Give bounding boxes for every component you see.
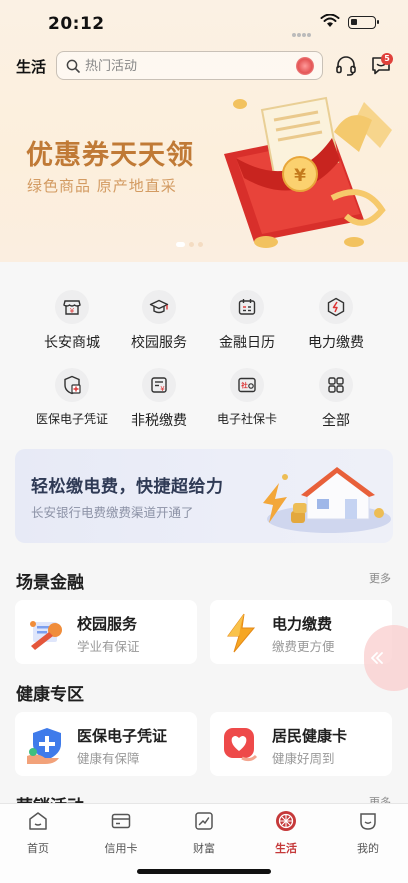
tab-credit-card[interactable]: 信用卡 (91, 810, 151, 856)
lightning-bolt-icon (227, 613, 256, 653)
campus-service-icon (30, 621, 62, 650)
tab-mine[interactable]: 我的 (338, 810, 398, 856)
card-subtitle: 缴费更方便 (272, 639, 335, 654)
status-bar: 20:12 (0, 0, 408, 44)
service-changan-mall[interactable]: ¥ 长安商城 (27, 290, 117, 352)
banner-subtitle: 绿色商品 原产地直采 (27, 177, 177, 195)
svg-text:¥: ¥ (294, 166, 306, 186)
service-label: 医保电子凭证 (35, 412, 108, 426)
red-envelope-coupon-icon[interactable]: ¥ (214, 92, 404, 258)
profile-icon (360, 813, 376, 830)
card-title: 居民健康卡 (272, 727, 348, 745)
banner-pagination (176, 232, 207, 251)
service-label: 全部 (322, 413, 350, 429)
credit-card-icon (111, 813, 131, 829)
service-grid: ¥ 长安商城 校园服务 金融日历 电力缴费 医保电子凭证 ¥ 非税缴费 社 电子… (0, 262, 408, 440)
search-icon (66, 59, 80, 73)
house-coins-illustration-icon (263, 467, 391, 533)
banner-title[interactable]: 优惠券天天领 (26, 133, 194, 172)
service-non-tax-payment[interactable]: ¥ 非税缴费 (114, 368, 204, 430)
calendar-icon (230, 290, 264, 324)
service-label: 校园服务 (131, 335, 187, 351)
tab-label: 我的 (357, 842, 379, 855)
message-badge: 5 (381, 53, 393, 65)
card-title: 校园服务 (77, 615, 138, 633)
card-resident-health-card[interactable]: 居民健康卡 健康好周到 (210, 712, 392, 776)
search-bar[interactable] (56, 51, 323, 80)
service-label: 电子社保卡 (216, 412, 277, 426)
card-subtitle: 健康好周到 (272, 751, 335, 766)
battery-icon (348, 16, 379, 29)
wifi-icon (320, 14, 340, 27)
electricity-promo-card[interactable]: 轻松缴电费，快捷超给力 长安银行电费缴费渠道开通了 (15, 449, 393, 543)
wealth-chart-icon (195, 812, 213, 830)
page-title: 生活 (16, 58, 47, 76)
service-label: 非税缴费 (131, 413, 187, 429)
tax-bill-icon: ¥ (142, 368, 176, 402)
service-medical-voucher[interactable]: 医保电子凭证 (27, 368, 117, 427)
chevron-double-left-icon (371, 652, 383, 664)
status-time: 20:12 (48, 14, 105, 34)
tab-label: 生活 (275, 842, 297, 855)
voice-assistant-icon[interactable] (296, 57, 314, 75)
lightning-icon (319, 290, 353, 324)
card-subtitle: 健康有保障 (77, 751, 140, 766)
health-heart-icon (224, 728, 258, 762)
service-campus[interactable]: 校园服务 (114, 290, 204, 352)
search-input[interactable] (85, 57, 285, 75)
medical-shield-icon (55, 368, 89, 402)
card-medical-voucher[interactable]: 医保电子凭证 健康有保障 (15, 712, 197, 776)
section-title-health: 健康专区 (16, 685, 84, 705)
home-indicator[interactable] (137, 869, 271, 874)
tab-home[interactable]: 首页 (8, 810, 68, 856)
medical-insurance-icon (27, 728, 61, 764)
card-title: 电力缴费 (272, 615, 333, 633)
service-label: 电力缴费 (308, 335, 364, 351)
life-emblem-icon (276, 811, 296, 831)
tab-wealth[interactable]: 财富 (174, 810, 234, 856)
graduation-cap-icon (142, 290, 176, 324)
svg-text:¥: ¥ (70, 307, 75, 315)
tab-life[interactable]: 生活 (256, 810, 316, 856)
card-title: 医保电子凭证 (77, 727, 168, 745)
service-all[interactable]: 全部 (291, 368, 381, 430)
service-electricity[interactable]: 电力缴费 (291, 290, 381, 352)
service-finance-calendar[interactable]: 金融日历 (202, 290, 292, 352)
signal-dots-icon (292, 22, 314, 37)
shop-icon: ¥ (55, 290, 89, 324)
svg-text:¥: ¥ (160, 385, 165, 393)
tab-label: 财富 (193, 842, 215, 855)
promo-title: 轻松缴电费，快捷超给力 (31, 477, 224, 497)
card-campus-service[interactable]: 校园服务 学业有保证 (15, 600, 197, 664)
promo-subtitle: 长安银行电费缴费渠道开通了 (31, 505, 194, 520)
card-subtitle: 学业有保证 (77, 639, 140, 654)
tab-label: 信用卡 (104, 842, 138, 855)
svg-text:社: 社 (241, 381, 248, 390)
more-link-scene-finance[interactable]: 更多 (369, 570, 391, 586)
floating-side-button[interactable] (364, 625, 408, 691)
service-social-security-card[interactable]: 社 电子社保卡 (202, 368, 292, 427)
home-icon (29, 812, 47, 830)
service-label: 金融日历 (219, 335, 275, 351)
customer-service-headset-icon[interactable] (334, 54, 358, 78)
all-grid-icon (319, 368, 353, 402)
social-security-card-icon: 社 (230, 368, 264, 402)
tab-label: 首页 (27, 842, 49, 855)
service-label: 长安商城 (44, 335, 100, 351)
section-title-scene-finance: 场景金融 (16, 573, 84, 593)
